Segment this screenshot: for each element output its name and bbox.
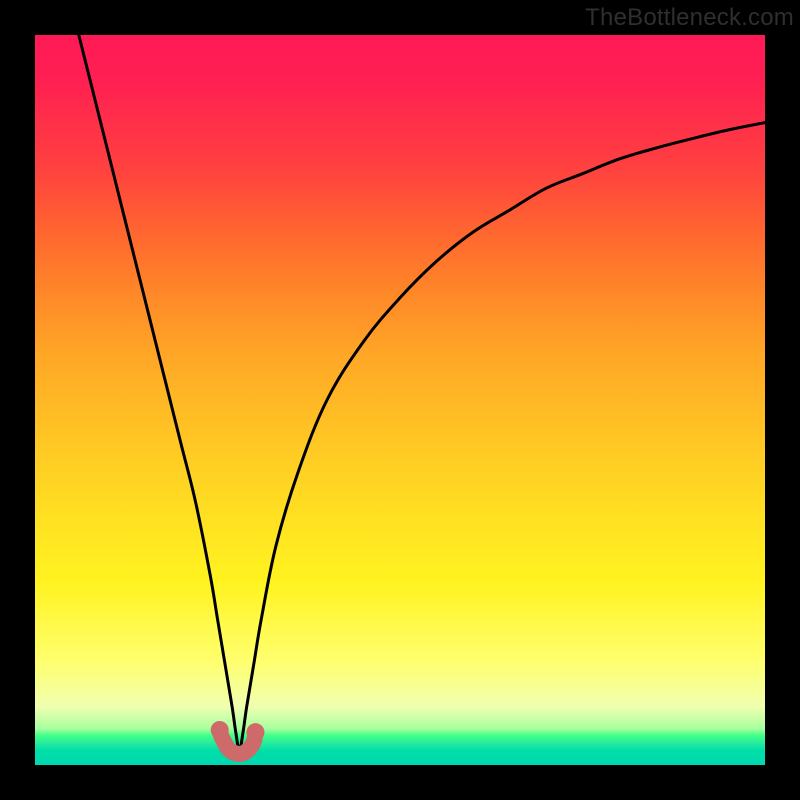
curve-layer — [35, 35, 765, 765]
optimal-marker-endpoint — [246, 723, 264, 741]
chart-frame: TheBottleneck.com — [0, 0, 800, 800]
optimal-marker-endpoint — [211, 721, 229, 739]
bottleneck-curve — [79, 35, 765, 750]
watermark-text: TheBottleneck.com — [585, 4, 794, 32]
